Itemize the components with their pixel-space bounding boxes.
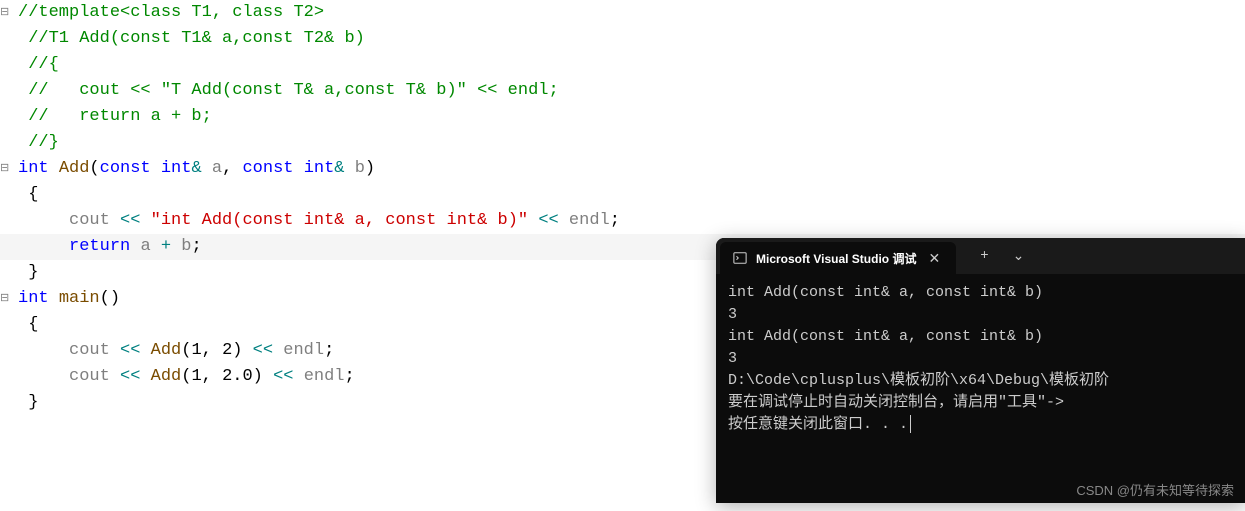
code-content: //T1 Add(const T1& a,const T2& b) (10, 26, 365, 52)
code-content: //{ (10, 52, 59, 78)
code-content: //template<class T1, class T2> (10, 0, 324, 26)
code-content: //} (10, 130, 59, 156)
terminal-line: 3 (728, 304, 1234, 326)
terminal-titlebar: Microsoft Visual Studio 调试 ✕ + ⌄ (716, 238, 1245, 274)
code-content: { (10, 312, 38, 338)
terminal-line: int Add(const int& a, const int& b) (728, 326, 1234, 348)
code-content: } (10, 260, 38, 286)
code-line[interactable]: //{ (0, 52, 1245, 78)
terminal-tab[interactable]: Microsoft Visual Studio 调试 ✕ (720, 242, 956, 274)
add-tab-button[interactable]: + (974, 248, 994, 265)
terminal-tab-title: Microsoft Visual Studio 调试 (756, 250, 916, 267)
terminal-app-icon (732, 250, 748, 266)
terminal-line: D:\Code\cplusplus\模板初阶\x64\Debug\模板初阶 (728, 370, 1234, 392)
code-content: cout << Add(1, 2) << endl; (10, 338, 334, 364)
code-content: { (10, 182, 38, 208)
code-line[interactable]: { (0, 182, 1245, 208)
terminal-line: int Add(const int& a, const int& b) (728, 282, 1234, 304)
terminal-output[interactable]: int Add(const int& a, const int& b)3int … (716, 274, 1245, 444)
code-content: int main() (10, 286, 120, 312)
terminal-line: 要在调试停止时自动关闭控制台，请启用"工具"-> (728, 392, 1234, 414)
code-content: // cout << "T Add(const T& a,const T& b)… (10, 78, 559, 104)
terminal-line: 按任意键关闭此窗口. . . (728, 414, 1234, 436)
fold-toggle[interactable]: ⊟ (0, 156, 10, 182)
code-line[interactable]: cout << "int Add(const int& a, const int… (0, 208, 1245, 234)
code-content: } (10, 390, 38, 416)
code-line[interactable]: //} (0, 130, 1245, 156)
code-content: // return a + b; (10, 104, 212, 130)
code-line[interactable]: // return a + b; (0, 104, 1245, 130)
code-line[interactable]: ⊟int Add(const int& a, const int& b) (0, 156, 1245, 182)
chevron-down-icon[interactable]: ⌄ (1007, 248, 1031, 265)
code-content: return a + b; (10, 234, 202, 260)
terminal-line: 3 (728, 348, 1234, 370)
code-content: cout << "int Add(const int& a, const int… (10, 208, 620, 234)
code-line[interactable]: // cout << "T Add(const T& a,const T& b)… (0, 78, 1245, 104)
terminal-window: Microsoft Visual Studio 调试 ✕ + ⌄ int Add… (716, 238, 1245, 503)
code-content: cout << Add(1, 2.0) << endl; (10, 364, 355, 390)
close-icon[interactable]: ✕ (924, 250, 944, 267)
terminal-controls: + ⌄ (974, 248, 1030, 265)
code-content: int Add(const int& a, const int& b) (10, 156, 375, 182)
watermark: CSDN @仍有未知等待探索 (1076, 480, 1234, 499)
code-line[interactable]: ⊟//template<class T1, class T2> (0, 0, 1245, 26)
terminal-cursor (910, 415, 911, 433)
fold-toggle[interactable]: ⊟ (0, 286, 10, 312)
code-line[interactable]: //T1 Add(const T1& a,const T2& b) (0, 26, 1245, 52)
fold-toggle[interactable]: ⊟ (0, 0, 10, 26)
